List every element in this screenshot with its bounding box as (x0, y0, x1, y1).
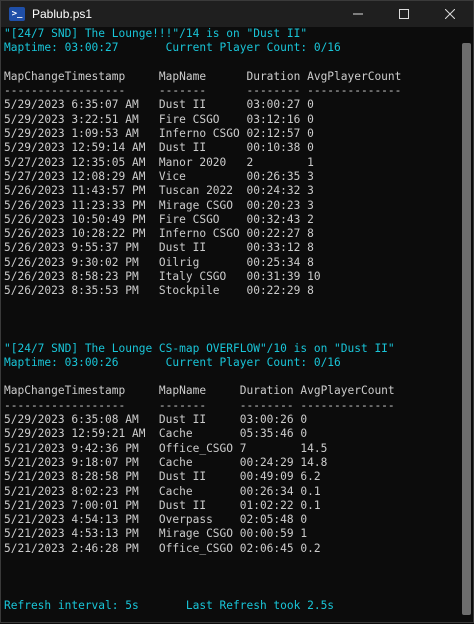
scrollbar-thumb[interactable] (462, 43, 471, 615)
console-window: >_ Pablub.ps1 "[24/7 SND] The Lounge!!!"… (0, 0, 474, 623)
console-line: 5/21/2023 2:46:28 PM Office_CSGO 02:06:4… (4, 541, 321, 555)
console-line: Refresh interval: 5s Last Refresh took 2… (4, 598, 335, 612)
console-line: ------------------ ------- -------- ----… (4, 398, 395, 412)
minimize-button[interactable] (335, 1, 381, 27)
console-line: 5/26/2023 9:55:37 PM Dust II 00:33:12 8 (4, 241, 314, 255)
console-line: 5/21/2023 7:00:01 PM Dust II 01:02:22 0.… (4, 498, 321, 512)
console-line: 5/21/2023 4:53:13 PM Mirage CSGO 00:00:5… (4, 527, 308, 541)
maximize-button[interactable] (381, 1, 427, 27)
console-line: 5/29/2023 3:22:51 AM Fire CSGO 03:12:16 … (4, 112, 314, 126)
console-line: 5/21/2023 4:54:13 PM Overpass 02:05:48 0 (4, 513, 308, 527)
console-line: 5/29/2023 6:35:07 AM Dust II 03:00:27 0 (4, 98, 314, 112)
maximize-icon (399, 9, 409, 19)
console-line: 5/26/2023 8:35:53 PM Stockpile 00:22:29 … (4, 284, 314, 298)
console-line: 5/27/2023 12:08:29 AM Vice 00:26:35 3 (4, 169, 314, 183)
console-line: 5/26/2023 9:30:02 PM Oilrig 00:25:34 8 (4, 255, 314, 269)
console-line: MapChangeTimestamp MapName Duration AvgP… (4, 384, 395, 398)
console-output[interactable]: "[24/7 SND] The Lounge!!!"/14 is on "Dus… (4, 27, 462, 624)
console-line: 5/29/2023 6:35:08 AM Dust II 03:00:26 0 (4, 413, 308, 427)
console-line: ------------------ ------- -------- ----… (4, 84, 402, 98)
console-line: 5/26/2023 11:23:33 PM Mirage CSGO 00:20:… (4, 198, 314, 212)
console-line: "[24/7 SND] The Lounge CS-map OVERFLOW"/… (4, 341, 395, 355)
console-line: Maptime: 03:00:26 Current Player Count: … (4, 355, 341, 369)
console-line: 5/21/2023 8:28:58 PM Dust II 00:49:09 6.… (4, 470, 321, 484)
minimize-icon (353, 13, 363, 15)
vertical-scrollbar[interactable] (462, 27, 471, 624)
console-line: 5/29/2023 12:59:21 AM Cache 05:35:46 0 (4, 427, 308, 441)
window-title: Pablub.ps1 (32, 7, 93, 21)
console-line: 5/29/2023 12:59:14 AM Dust II 00:10:38 0 (4, 141, 314, 155)
console-line: 5/21/2023 9:42:36 PM Office_CSGO 7 14.5 (4, 441, 328, 455)
powershell-icon: >_ (9, 7, 25, 21)
close-icon (445, 9, 455, 19)
console-line: MapChangeTimestamp MapName Duration AvgP… (4, 69, 402, 83)
console-line: 5/26/2023 11:43:57 PM Tuscan 2022 00:24:… (4, 184, 314, 198)
close-button[interactable] (427, 1, 473, 27)
console-line: 5/26/2023 10:28:22 PM Inferno CSGO 00:22… (4, 227, 314, 241)
console-line: Maptime: 03:00:27 Current Player Count: … (4, 41, 341, 55)
console-line: 5/26/2023 10:50:49 PM Fire CSGO 00:32:43… (4, 212, 314, 226)
console-line: 5/27/2023 12:35:05 AM Manor 2020 2 1 (4, 155, 314, 169)
console-line: 5/26/2023 8:58:23 PM Italy CSGO 00:31:39… (4, 270, 321, 284)
title-bar[interactable]: >_ Pablub.ps1 (1, 1, 473, 27)
console-line: 5/29/2023 1:09:53 AM Inferno CSGO 02:12:… (4, 127, 314, 141)
console-line: 5/21/2023 8:02:23 PM Cache 00:26:34 0.1 (4, 484, 321, 498)
console-line: 5/21/2023 9:18:07 PM Cache 00:24:29 14.8 (4, 455, 328, 469)
console-line: "[24/7 SND] The Lounge!!!"/14 is on "Dus… (4, 27, 308, 40)
